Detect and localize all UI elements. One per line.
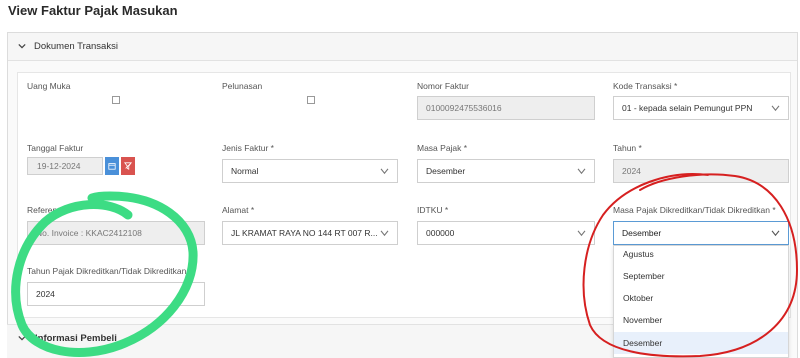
pelunasan-checkbox[interactable] bbox=[307, 96, 315, 104]
tahun-pajak-dikreditkan-label: Tahun Pajak Dikreditkan/Tidak Dikreditka… bbox=[27, 266, 193, 276]
idtku-label: IDTKU * bbox=[417, 205, 449, 215]
idtku-select[interactable]: 000000 bbox=[417, 221, 595, 245]
uang-muka-label: Uang Muka bbox=[27, 81, 71, 91]
calendar-button[interactable] bbox=[105, 157, 119, 175]
referensi-label: Referensi bbox=[27, 205, 64, 215]
alamat-value: JL KRAMAT RAYA NO 144 RT 007 R... bbox=[231, 228, 378, 238]
clear-date-button[interactable] bbox=[121, 157, 135, 175]
tanggal-faktur-field[interactable]: 19-12-2024 bbox=[27, 157, 103, 175]
calendar-icon bbox=[108, 163, 116, 170]
tanggal-faktur-label: Tanggal Faktur bbox=[27, 143, 84, 153]
masa-pajak-value: Desember bbox=[426, 166, 466, 176]
informasi-pembeli-title: Informasi Pembeli bbox=[35, 333, 117, 344]
masa-pajak-label: Masa Pajak * bbox=[417, 143, 468, 153]
masa-pajak-dikreditkan-value: Desember bbox=[622, 228, 662, 238]
tahun-pajak-dikreditkan-field[interactable]: 2024 bbox=[27, 282, 205, 306]
nomor-faktur-label: Nomor Faktur bbox=[417, 81, 469, 91]
chevron-down-icon bbox=[18, 335, 26, 341]
chevron-down-icon bbox=[771, 105, 780, 112]
dropdown-option-desember[interactable]: Desember bbox=[614, 332, 788, 354]
kode-transaksi-value: 01 - kepada selain Pemungut PPN bbox=[622, 103, 753, 113]
masa-pajak-dikreditkan-dropdown[interactable]: Agustus September Oktober November Desem… bbox=[613, 245, 789, 358]
pelunasan-label: Pelunasan bbox=[222, 81, 263, 91]
nomor-faktur-field[interactable]: 0100092475536016 bbox=[417, 96, 595, 120]
kode-transaksi-select[interactable]: 01 - kepada selain Pemungut PPN bbox=[613, 96, 789, 120]
chevron-down-icon bbox=[380, 168, 389, 175]
jenis-faktur-value: Normal bbox=[231, 166, 259, 176]
masa-pajak-select[interactable]: Desember bbox=[417, 159, 595, 183]
jenis-faktur-label: Jenis Faktur * bbox=[222, 143, 274, 153]
clear-filter-icon bbox=[124, 162, 132, 170]
informasi-pembeli-header[interactable]: Informasi Pembeli bbox=[7, 324, 613, 358]
kode-transaksi-label: Kode Transaksi * bbox=[613, 81, 678, 91]
chevron-down-icon bbox=[577, 168, 586, 175]
tahun-field[interactable]: 2024 bbox=[613, 159, 789, 183]
referensi-field[interactable]: No. Invoice : KKAC2412108 bbox=[27, 221, 205, 245]
uang-muka-checkbox[interactable] bbox=[112, 96, 120, 104]
dokumen-transaksi-title: Dokumen Transaksi bbox=[34, 41, 118, 52]
dropdown-option-september[interactable]: September bbox=[614, 265, 788, 287]
masa-pajak-dikreditkan-select[interactable]: Desember bbox=[613, 221, 789, 245]
dropdown-option-oktober[interactable]: Oktober bbox=[614, 287, 788, 309]
chevron-down-icon bbox=[380, 230, 389, 237]
jenis-faktur-select[interactable]: Normal bbox=[222, 159, 398, 183]
chevron-down-icon bbox=[18, 43, 26, 49]
dokumen-transaksi-header[interactable]: Dokumen Transaksi bbox=[8, 33, 797, 61]
masa-pajak-dikreditkan-label: Masa Pajak Dikreditkan/Tidak Dikreditkan… bbox=[613, 205, 776, 215]
dropdown-option-november[interactable]: November bbox=[614, 309, 788, 331]
alamat-label: Alamat * bbox=[222, 205, 255, 215]
idtku-value: 000000 bbox=[426, 228, 455, 238]
page-title: View Faktur Pajak Masukan bbox=[8, 3, 178, 18]
alamat-select[interactable]: JL KRAMAT RAYA NO 144 RT 007 R... bbox=[222, 221, 398, 245]
chevron-down-icon bbox=[577, 230, 586, 237]
tahun-label: Tahun * bbox=[613, 143, 642, 153]
chevron-down-icon bbox=[771, 230, 780, 237]
dropdown-option-agustus[interactable]: Agustus bbox=[614, 246, 788, 265]
